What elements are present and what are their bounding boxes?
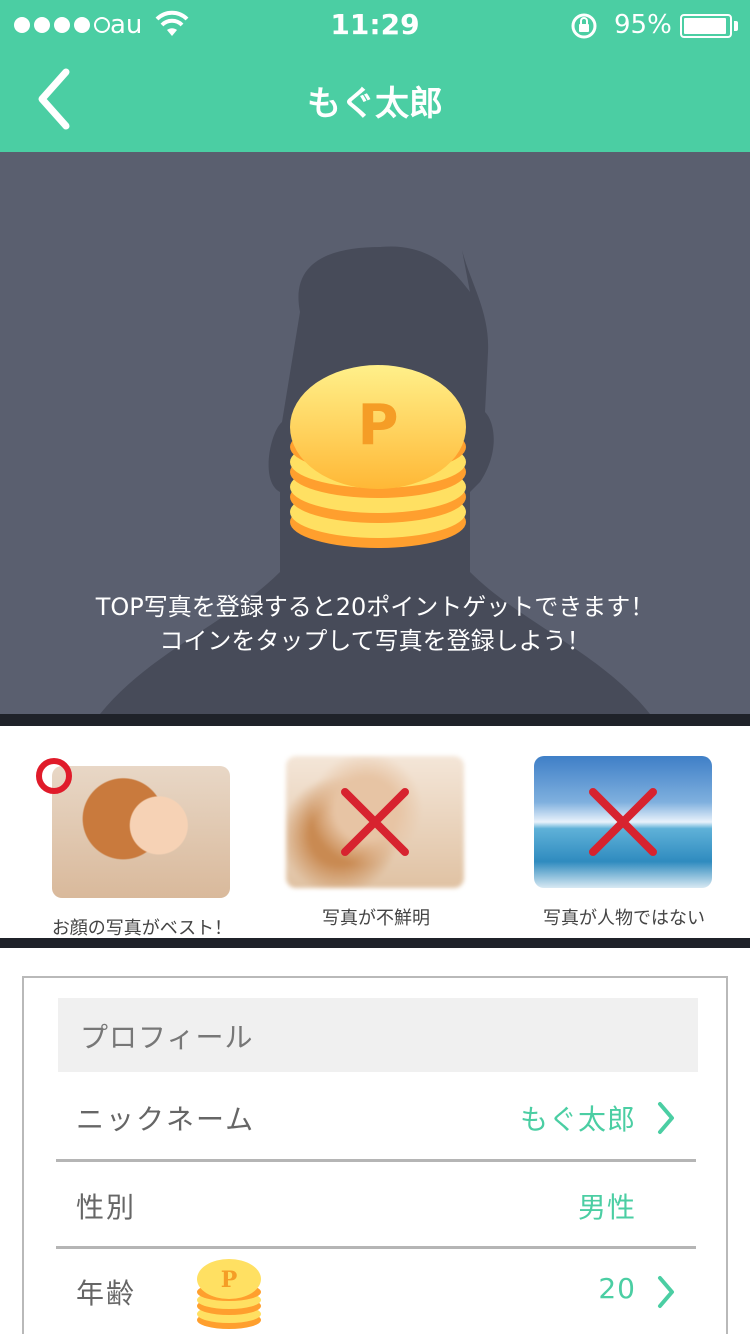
coin-p-mark: P (357, 393, 398, 458)
example-bad-not-person: 写真が人物ではない (534, 756, 714, 929)
coin-stack-icon: P (197, 1259, 261, 1329)
ng-cross-icon (589, 788, 657, 856)
example-photo-face (52, 766, 230, 898)
example-caption: 写真が不鮮明 (322, 908, 430, 929)
profile-row-nickname[interactable]: ニックネーム もぐ太郎 (56, 1074, 696, 1162)
battery-icon (680, 14, 732, 38)
coin-stack-button[interactable]: P (278, 352, 478, 552)
row-value: もぐ太郎 (519, 1103, 636, 1136)
example-caption: 写真が人物ではない (543, 908, 705, 929)
ok-circle-icon (36, 758, 72, 794)
ng-cross-icon (341, 788, 409, 856)
battery-percent: 95% (614, 10, 672, 40)
profile-row-gender: 性別 男性 (56, 1162, 696, 1250)
page-title: もぐ太郎 (307, 84, 443, 124)
profile-row-age[interactable]: 年齢 P 20 (56, 1248, 696, 1334)
navigation-bar: au 11:29 95% もぐ太郎 (0, 0, 750, 152)
profile-card: プロフィール ニックネーム もぐ太郎 性別 男性 年齢 P 20 (22, 976, 728, 1334)
row-label: 年齢 (76, 1277, 137, 1310)
profile-header: プロフィール (58, 998, 698, 1072)
hero-bottom-divider (0, 714, 750, 726)
row-value: 20 (598, 1272, 636, 1305)
chevron-right-icon (658, 1276, 674, 1308)
example-bad-blurry: 写真が不鮮明 (286, 756, 466, 929)
section-divider (0, 938, 750, 948)
hero-message-line1: TOP写真を登録すると20ポイントゲットできます！ (95, 593, 655, 621)
chevron-right-icon (658, 1102, 674, 1134)
battery-nub (734, 21, 738, 31)
status-bar: au 11:29 95% (0, 0, 750, 50)
top-photo-area[interactable]: P TOP写真を登録すると20ポイントゲットできます！ コインをタップして写真を… (0, 152, 750, 714)
hero-message-line2: コインをタップして写真を登録しよう！ (159, 627, 591, 655)
profile-header-label: プロフィール (80, 1021, 254, 1054)
photo-examples: お顔の写真がベスト！ 写真が不鮮明 写真が人物ではない (0, 726, 750, 939)
row-value: 男性 (577, 1191, 636, 1224)
coin-p-mark: P (221, 1267, 238, 1293)
example-caption: お顔の写真がベスト！ (51, 918, 233, 939)
row-label: 性別 (76, 1191, 137, 1224)
row-label: ニックネーム (76, 1103, 256, 1136)
battery-level-fill (684, 18, 726, 34)
example-good: お顔の写真がベスト！ (36, 758, 232, 939)
rotation-lock-icon (571, 13, 597, 39)
